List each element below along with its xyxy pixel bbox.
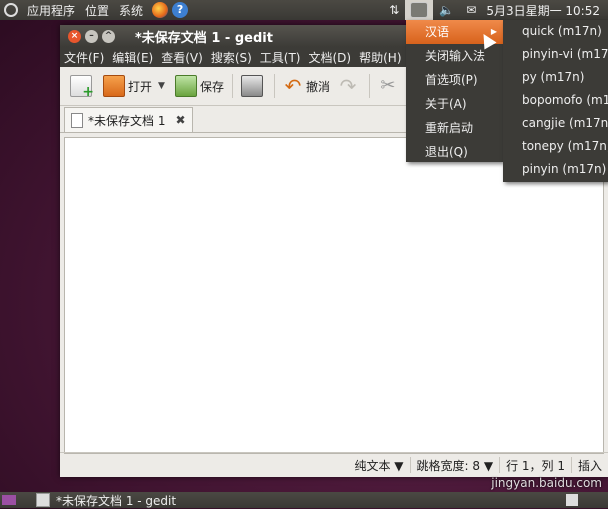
cursor-position: 行 1，列 1 xyxy=(506,458,565,473)
taskbar-gedit-button[interactable]: *未保存文档 1 - gedit xyxy=(30,492,182,509)
gedit-task-icon xyxy=(36,493,50,507)
redo-button[interactable]: ↷ xyxy=(334,71,365,101)
maximize-window-button[interactable]: ^ xyxy=(102,29,115,43)
ime-engine-quick[interactable]: quick (m17n) xyxy=(503,20,608,43)
menu-edit[interactable]: 编辑(E) xyxy=(108,49,157,66)
open-button[interactable]: 打开 xyxy=(99,71,156,101)
system-menu[interactable]: 系统 xyxy=(114,2,148,19)
ime-tray-button[interactable] xyxy=(405,0,434,20)
printer-icon xyxy=(240,75,263,97)
minimize-window-button[interactable]: – xyxy=(85,29,98,43)
ime-engine-pinyin-vi[interactable]: pinyin-vi (m17n) xyxy=(503,43,608,66)
applications-menu[interactable]: 应用程序 xyxy=(22,2,80,19)
undo-icon: ↶ xyxy=(284,74,302,98)
window-title: *未保存文档 1 - gedit xyxy=(135,30,273,46)
places-menu[interactable]: 位置 xyxy=(80,2,114,19)
help-icon[interactable]: ? xyxy=(172,2,189,18)
print-button[interactable] xyxy=(237,71,270,101)
redo-icon: ↷ xyxy=(339,74,357,98)
ime-menu-restart[interactable]: 重新启动 xyxy=(406,116,503,140)
menu-view[interactable]: 查看(V) xyxy=(157,49,207,66)
ime-menu-disable[interactable]: 关闭输入法 xyxy=(406,44,503,68)
open-dropdown-icon[interactable]: ▼ xyxy=(158,81,165,91)
toolbar-separator xyxy=(368,74,370,98)
save-label: 保存 xyxy=(199,79,224,94)
tab-untitled-document[interactable]: *未保存文档 1 ✖ xyxy=(64,107,193,132)
folder-open-icon xyxy=(103,75,125,97)
volume-icon[interactable]: 🔈 xyxy=(433,3,460,17)
menu-file[interactable]: 文件(F) xyxy=(60,49,108,66)
ime-menu-quit[interactable]: 退出(Q) xyxy=(406,140,503,164)
syntax-selector[interactable]: 纯文本 ▼ xyxy=(348,457,409,474)
trash-icon[interactable] xyxy=(566,494,578,506)
text-editor-area[interactable] xyxy=(64,137,604,454)
menu-tools[interactable]: 工具(T) xyxy=(256,49,305,66)
document-icon xyxy=(71,112,83,128)
tab-label: *未保存文档 1 xyxy=(88,113,166,128)
menu-search[interactable]: 搜索(S) xyxy=(207,49,256,66)
ime-engine-cangjie[interactable]: cangjie (m17n) xyxy=(503,112,608,135)
undo-button[interactable]: ↶ 撤消 xyxy=(279,71,334,101)
ime-menu-about[interactable]: 关于(A) xyxy=(406,92,503,116)
toolbar-separator xyxy=(231,74,233,98)
keyboard-icon xyxy=(410,2,429,18)
close-window-button[interactable]: × xyxy=(68,29,81,43)
ime-menu-preferences[interactable]: 首选项(P) xyxy=(406,68,503,92)
save-button[interactable]: 保存 xyxy=(171,71,228,101)
mail-icon[interactable]: ✉ xyxy=(460,3,482,17)
cut-button[interactable]: ✂ xyxy=(374,71,405,101)
menu-documents[interactable]: 文档(D) xyxy=(305,49,356,66)
tab-width-selector[interactable]: 跳格宽度: 8 ▼ xyxy=(411,457,500,474)
new-document-icon xyxy=(70,75,94,100)
close-tab-icon[interactable]: ✖ xyxy=(175,113,185,127)
save-icon xyxy=(174,75,197,97)
clock[interactable]: 5月3日星期一 10:52 xyxy=(482,2,608,19)
network-arrows-icon[interactable]: ⇅ xyxy=(383,3,405,17)
undo-label: 撤消 xyxy=(305,79,330,94)
scissors-icon: ✂ xyxy=(380,75,396,96)
bottom-panel: *未保存文档 1 - gedit xyxy=(0,492,608,508)
system-tray: ⇅ 🔈 ✉ 5月3日星期一 10:52 xyxy=(383,0,608,20)
toolbar-separator xyxy=(273,74,275,98)
insert-mode: 插入 xyxy=(577,458,602,473)
taskbar-gedit-label: *未保存文档 1 - gedit xyxy=(56,493,177,508)
ubuntu-logo-icon[interactable] xyxy=(4,3,18,17)
firefox-icon[interactable] xyxy=(152,2,169,18)
show-desktop-icon[interactable] xyxy=(2,495,16,505)
new-document-button[interactable] xyxy=(66,71,99,101)
ime-engine-bopomofo[interactable]: bopomofo (m17n) xyxy=(503,89,608,112)
open-label: 打开 xyxy=(128,79,153,94)
menu-help[interactable]: 帮助(H) xyxy=(355,49,405,66)
ime-chinese-submenu: quick (m17n) pinyin-vi (m17n) py (m17n) … xyxy=(503,20,608,182)
top-panel: 应用程序 位置 系统 ? ⇅ 🔈 ✉ 5月3日星期一 10:52 xyxy=(0,0,608,20)
baidu-watermark: jingyan.baidu.com xyxy=(491,476,602,490)
ime-engine-tonepy[interactable]: tonepy (m17n) xyxy=(503,135,608,158)
ime-engine-pinyin[interactable]: pinyin (m17n) xyxy=(503,158,608,181)
status-bar: 纯文本 ▼ 跳格宽度: 8 ▼ 行 1，列 1 插入 xyxy=(60,452,608,477)
ime-engine-py[interactable]: py (m17n) xyxy=(503,66,608,89)
